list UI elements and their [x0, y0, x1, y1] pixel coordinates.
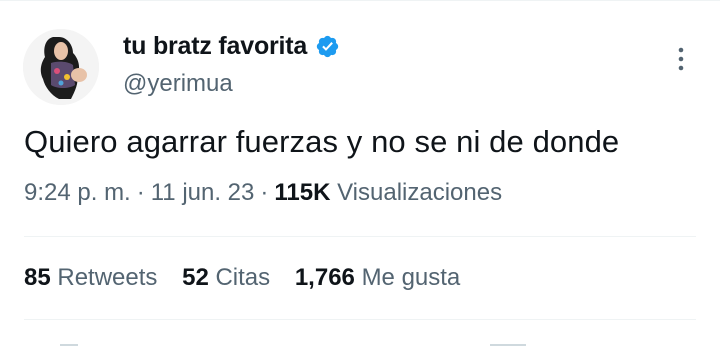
likes-label: Me gusta	[361, 264, 461, 291]
quotes-stat[interactable]: 52 Citas	[182, 264, 270, 291]
retweets-count: 85	[24, 264, 51, 291]
avatar[interactable]	[23, 29, 99, 105]
tweet-date[interactable]: 11 jun. 23	[151, 179, 255, 206]
author-row: tu bratz favorita	[123, 32, 340, 61]
retweets-stat[interactable]: 85 Retweets	[24, 264, 157, 291]
likes-count: 1,766	[294, 264, 355, 291]
likes-stat[interactable]: 1,766 Me gusta	[295, 264, 460, 291]
action-icon-hint	[60, 344, 78, 346]
views-label[interactable]: Visualizaciones	[337, 179, 502, 206]
quotes-label: Citas	[215, 264, 271, 291]
top-divider	[0, 0, 720, 1]
quotes-count: 52	[182, 264, 209, 291]
avatar-image	[23, 29, 99, 105]
verified-badge-icon[interactable]	[315, 34, 340, 59]
tweet-text: Quiero agarrar fuerzas y no se ni de don…	[24, 124, 620, 159]
author-display-name[interactable]: tu bratz favorita	[123, 32, 307, 61]
action-icon-hint	[490, 344, 526, 346]
more-options-icon[interactable]	[674, 46, 688, 72]
retweets-label: Retweets	[57, 264, 158, 291]
meta-separator: ·	[136, 179, 145, 206]
engagement-stats: 85 Retweets 52 Citas 1,766 Me gusta	[24, 264, 478, 292]
tweet-meta: 9:24 p. m. · 11 jun. 23 · 115K Visualizacion…	[24, 179, 502, 207]
author-handle[interactable]: @yerimua	[123, 70, 233, 98]
divider	[24, 319, 696, 320]
tweet-time[interactable]: 9:24 p. m.	[24, 179, 131, 206]
meta-separator: ·	[260, 179, 269, 206]
views-count[interactable]: 115K	[274, 179, 330, 206]
divider	[24, 236, 696, 237]
